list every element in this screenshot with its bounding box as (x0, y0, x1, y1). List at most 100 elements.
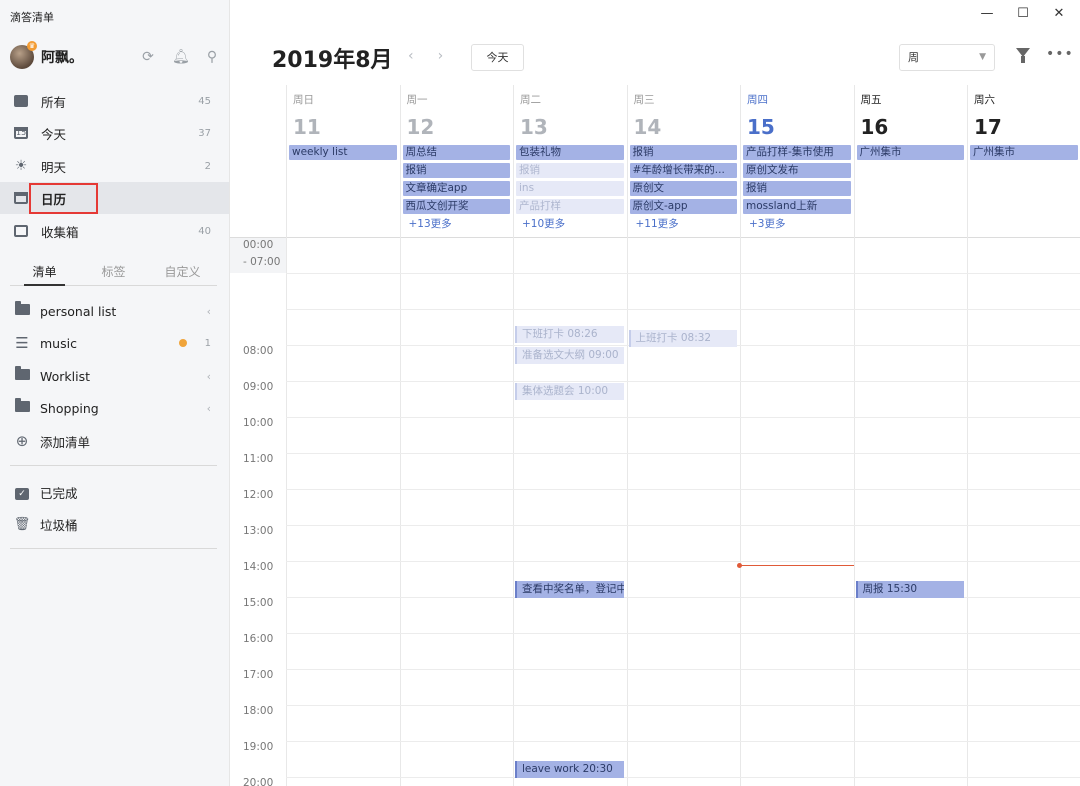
hour-gridline (286, 777, 1080, 778)
day-date[interactable]: 11 (293, 115, 321, 139)
timed-event[interactable]: leave work 20:30 (515, 761, 624, 778)
allday-event-chip[interactable]: 周总结 (402, 145, 510, 160)
allday-event-chip[interactable]: 文章确定app (402, 181, 510, 196)
allday-event-chip[interactable]: 产品打样 (516, 199, 624, 214)
sidebar-item-all[interactable]: 所有 45 (0, 85, 229, 117)
allday-event-chip[interactable]: 产品打样-集市使用 (743, 145, 851, 160)
day-column-divider (626, 85, 628, 786)
folder-icon (13, 397, 31, 416)
week-calendar: 00:00 - 07:00 08:00 09:00 10:00 11:00 12:00 13:… (230, 85, 1080, 786)
sidebar-item-tomorrow[interactable]: ☀ 明天 2 (0, 150, 229, 182)
sidebar-item-today[interactable]: 15 今天 37 (0, 117, 229, 149)
inbox-tray-icon (12, 92, 30, 110)
folder-icon (13, 300, 31, 319)
chevron-left-icon[interactable]: ‹ (207, 370, 211, 383)
list-item-music[interactable]: ☰ music 1 (0, 327, 229, 359)
day-date[interactable]: 13 (520, 115, 548, 139)
sidebar-item-trash[interactable]: 🗑︎ 垃圾桶 (0, 508, 229, 540)
hour-gridline (286, 525, 1080, 526)
search-icon[interactable]: ⚲ (204, 49, 220, 65)
day-name: 周一 (406, 94, 428, 106)
allday-event-chip[interactable]: 西瓜文创开奖 (402, 199, 510, 214)
hour-gridline (286, 633, 1080, 634)
list-icon: ☰ (15, 334, 29, 352)
close-icon[interactable]: ✕ (1052, 6, 1066, 21)
day-name: 周二 (520, 94, 541, 106)
crown-icon: ♛ (27, 41, 37, 51)
day-date[interactable]: 12 (407, 115, 435, 139)
day-name: 周三 (633, 94, 655, 106)
allday-event-chip[interactable]: 广州集市 (856, 145, 964, 160)
allday-event-chip[interactable]: #年龄增长带来的... (629, 163, 737, 178)
day-date[interactable]: 15 (747, 115, 775, 139)
filter-icon[interactable] (1016, 48, 1030, 63)
hour-gridline (286, 705, 1080, 706)
timed-event[interactable]: 下班打卡 08:26 (515, 326, 624, 344)
app-title: 滴答清单 (10, 11, 54, 24)
hour-gridline (286, 453, 1080, 454)
avatar[interactable]: ♛ (10, 41, 37, 69)
timed-event[interactable]: 准备选文大纲 09:00 (515, 347, 624, 364)
allday-event-chip[interactable]: 报销 (402, 163, 510, 178)
collect-box-icon (12, 222, 30, 240)
allday-event-chip[interactable]: 原创文 (629, 181, 737, 196)
day-date[interactable]: 16 (861, 115, 889, 139)
more-icon[interactable]: ••• (1046, 46, 1074, 62)
list-tabs: 清单 标签 自定义 (10, 258, 217, 286)
allday-event-chip[interactable]: weekly list (289, 145, 397, 160)
list-item-worklist[interactable]: Worklist ‹ (0, 360, 229, 392)
timed-event[interactable]: 周报 15:30 (855, 581, 964, 598)
allday-event-chip[interactable]: 报销 (743, 181, 851, 196)
maximize-icon[interactable]: ☐ (1016, 6, 1030, 21)
window-controls: — ☐ ✕ (980, 6, 1066, 21)
add-list-button[interactable]: ⊕ 添加清单 (0, 425, 229, 457)
hour-gridline (286, 417, 1080, 418)
allday-event-chip[interactable]: 包装礼物 (516, 145, 624, 160)
allday-event-chip[interactable]: ins (516, 181, 624, 196)
date-navigation: ‹ › (408, 48, 443, 64)
allday-event-chip[interactable]: mossland上新 (743, 199, 851, 214)
list-item-personal[interactable]: personal list ‹ (0, 295, 229, 327)
minimize-icon[interactable]: — (980, 6, 994, 21)
tab-lists[interactable]: 清单 (10, 258, 79, 286)
allday-event-chip[interactable]: 报销 (516, 163, 624, 178)
time-label: - 07:00 (243, 256, 281, 268)
chevron-left-icon[interactable]: ‹ (207, 402, 211, 415)
chevron-right-icon[interactable]: › (438, 48, 444, 64)
more-events-link[interactable]: +13更多 (403, 217, 452, 232)
allday-event-chip[interactable]: 原创文发布 (743, 163, 851, 178)
allday-event-chip[interactable]: 原创文-app (629, 199, 737, 214)
time-label: 17:00 (243, 669, 274, 681)
allday-event-chip[interactable]: 广州集市 (970, 145, 1078, 160)
view-mode-select[interactable]: 周 ▼ (899, 44, 995, 71)
day-name: 周六 (974, 94, 995, 106)
today-button[interactable]: 今天 (471, 44, 524, 71)
sidebar-item-completed[interactable]: ✓ 已完成 (0, 476, 229, 508)
time-label: 08:00 (243, 345, 274, 357)
sync-icon[interactable]: ⟳ (140, 49, 156, 65)
day-name: 周四 (747, 94, 768, 106)
more-events-link[interactable]: +11更多 (630, 217, 679, 232)
username[interactable]: 阿飘。 (41, 47, 83, 67)
current-time-dot (737, 562, 742, 568)
bell-icon[interactable]: 🔔︎ (172, 49, 190, 65)
more-events-link[interactable]: +10更多 (516, 217, 565, 232)
allday-event-chip[interactable]: 报销 (629, 145, 737, 160)
timed-event[interactable]: 集体选题会 10:00 (515, 383, 624, 400)
day-column-divider (967, 85, 968, 786)
timed-event[interactable]: 查看中奖名单，登记中奖信息 (515, 581, 624, 598)
list-item-shopping[interactable]: Shopping ‹ (0, 392, 229, 424)
tab-custom[interactable]: 自定义 (148, 258, 217, 285)
day-column-divider (286, 85, 287, 786)
hour-gridline (286, 489, 1080, 490)
tab-tags[interactable]: 标签 (79, 258, 148, 285)
sidebar-item-inbox[interactable]: 收集箱 40 (0, 215, 229, 247)
day-name: 周五 (860, 94, 882, 106)
day-date[interactable]: 14 (634, 115, 662, 139)
more-events-link[interactable]: +3更多 (743, 217, 785, 232)
day-column-divider (740, 85, 741, 786)
chevron-left-icon[interactable]: ‹ (207, 305, 211, 318)
chevron-left-icon[interactable]: ‹ (408, 48, 414, 64)
day-date[interactable]: 17 (974, 115, 1002, 139)
timed-event[interactable]: 上班打卡 08:32 (628, 330, 737, 348)
